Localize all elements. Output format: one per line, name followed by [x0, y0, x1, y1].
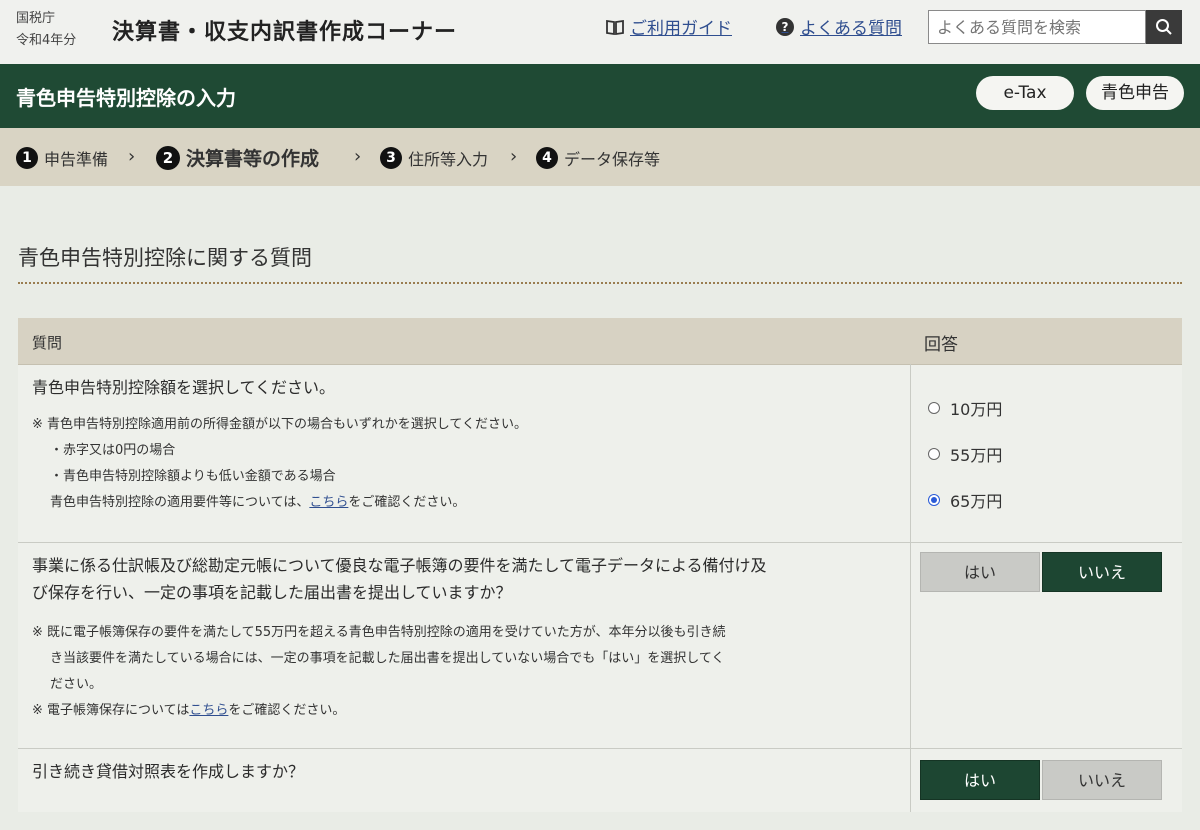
question-balance-sheet: 引き続き貸借対照表を作成しますか？ [32, 762, 305, 781]
radio-label: 55万円 [950, 446, 1003, 465]
note-line: ※ 青色申告特別控除適用前の所得金額が以下の場合もいずれかを選択してください。 [32, 417, 527, 432]
tax-year: 令和4年分 [16, 33, 77, 48]
step-2-current: 2 決算書等の作成 [156, 144, 319, 171]
step-label: 決算書等の作成 [186, 148, 320, 170]
row-divider [18, 542, 1182, 543]
radio-circle-selected[interactable] [928, 494, 940, 506]
note-text: ※ 電子帳簿保存については [32, 703, 190, 718]
step-label: 申告準備 [44, 150, 109, 169]
step-4: 4 データ保存等 [536, 146, 660, 170]
note-line: ※ 電子帳簿保存についてはこちらをご確認ください。 [32, 698, 726, 724]
column-header-question: 質問 [32, 334, 63, 352]
radio-label: 65万円 [950, 492, 1003, 511]
top-header: 国税庁 令和4年分 決算書・収支内訳書作成コーナー ご利用ガイド ? よくある質… [0, 0, 1200, 64]
question-deduction-amount: 青色申告特別控除額を選択してください。 [32, 378, 336, 397]
etax-button[interactable]: e-Tax [976, 76, 1074, 110]
chevron-right-icon: › [510, 146, 518, 167]
note-text: をご確認ください。 [228, 703, 346, 718]
step-3: 3 住所等入力 [380, 146, 488, 170]
e-ledger-link[interactable]: こちら [189, 703, 228, 718]
question-note: ※ 青色申告特別控除適用前の所得金額が以下の場合もいずれかを選択してください。 … [32, 412, 527, 516]
faq-search-input[interactable] [928, 10, 1146, 44]
radio-circle[interactable] [928, 402, 940, 414]
page-title-bar: 青色申告特別控除の入力 e-Tax 青色申告 [0, 64, 1200, 128]
question-line: び保存を行い、一定の事項を記載した届出書を提出していますか？ [32, 583, 512, 602]
step-number: 4 [536, 147, 558, 169]
table-header: 質問 回答 [18, 318, 1182, 365]
radio-label: 10万円 [950, 400, 1003, 419]
chevron-right-icon: › [128, 146, 136, 167]
faq-link[interactable]: ? よくある質問 [776, 14, 902, 39]
no-button[interactable]: いいえ [1042, 760, 1162, 800]
requirements-link[interactable]: こちら [309, 495, 348, 510]
book-icon [606, 19, 624, 35]
step-label: 住所等入力 [408, 150, 489, 169]
question-icon: ? [776, 17, 794, 36]
note-line: ださい。 [50, 677, 103, 692]
radio-circle[interactable] [928, 448, 940, 460]
column-divider [910, 364, 911, 812]
note-text: 青色申告特別控除の適用要件等については、 [50, 495, 310, 510]
note-line: ・青色申告特別控除額よりも低い金額である場合 [50, 469, 336, 484]
guide-link-label: ご利用ガイド [630, 19, 732, 39]
search-icon [1156, 19, 1172, 35]
step-number: 3 [380, 147, 402, 169]
note-line: ・赤字又は0円の場合 [50, 443, 176, 458]
step-1: 1 申告準備 [16, 146, 108, 170]
note-text: をご確認ください。 [348, 495, 466, 510]
yes-button[interactable]: はい [920, 552, 1040, 592]
app-title: 決算書・収支内訳書作成コーナー [112, 20, 458, 45]
section-divider [18, 282, 1182, 284]
row-divider [18, 748, 1182, 749]
note-line: き当該要件を満たしている場合には、一定の事項を記載した届出書を提出していない場合… [50, 651, 725, 666]
question-note: ※ 既に電子帳簿保存の要件を満たして55万円を超える青色申告特別控除の適用を受け… [32, 620, 726, 724]
yes-button-selected[interactable]: はい [920, 760, 1040, 800]
radio-65man[interactable]: 65万円 [928, 488, 1002, 512]
question-line: 事業に係る仕訳帳及び総勘定元帳について優良な電子帳簿の要件を満たして電子データに… [32, 556, 767, 575]
agency-name: 国税庁 [16, 11, 56, 26]
note-line: ※ 既に電子帳簿保存の要件を満たして55万円を超える青色申告特別控除の適用を受け… [32, 625, 726, 640]
step-number: 2 [156, 145, 180, 170]
agency-label: 国税庁 令和4年分 [16, 8, 76, 52]
step-number: 1 [16, 147, 38, 169]
note-line: 青色申告特別控除の適用要件等については、こちらをご確認ください。 [32, 490, 527, 516]
faq-link-label: よくある質問 [800, 19, 902, 39]
section-title: 青色申告特別控除に関する質問 [18, 246, 312, 270]
search-button[interactable] [1146, 10, 1182, 44]
no-button-selected[interactable]: いいえ [1042, 552, 1162, 592]
radio-55man[interactable]: 55万円 [928, 442, 1002, 466]
page-title: 青色申告特別控除の入力 [16, 86, 236, 110]
column-header-answer: 回答 [924, 335, 958, 355]
progress-steps: 1 申告準備 › 2 決算書等の作成 › 3 住所等入力 › 4 データ保存等 [0, 128, 1200, 186]
step-label: データ保存等 [564, 150, 661, 169]
question-e-ledger: 事業に係る仕訳帳及び総勘定元帳について優良な電子帳簿の要件を満たして電子データに… [32, 552, 767, 606]
guide-link[interactable]: ご利用ガイド [606, 14, 732, 39]
chevron-right-icon: › [354, 146, 362, 167]
radio-10man[interactable]: 10万円 [928, 396, 1002, 420]
blue-return-button[interactable]: 青色申告 [1086, 76, 1184, 110]
question-table: 質問 回答 青色申告特別控除額を選択してください。 ※ 青色申告特別控除適用前の… [18, 318, 1182, 812]
